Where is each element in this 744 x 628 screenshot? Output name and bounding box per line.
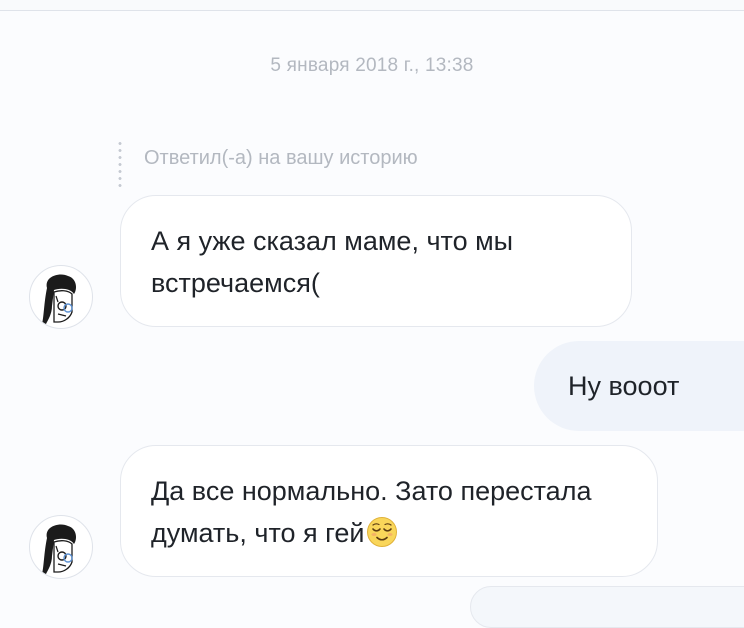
outgoing-message-bubble[interactable]: Ну вооот [534,341,744,431]
message-timestamp: 5 января 2018 г., 13:38 [270,55,474,76]
top-bar-edge [0,0,744,11]
message-text: Ну вооот [568,371,680,401]
reply-dotted-line [118,140,122,188]
relieved-face-emoji-icon [366,516,398,560]
next-message-bubble-partial[interactable] [470,586,744,628]
sender-avatar[interactable] [29,515,93,579]
profile-avatar-icon [42,274,76,324]
profile-avatar-icon [42,524,76,574]
message-text: А я уже сказал маме, что мы встречаемся( [151,226,514,298]
story-reply-label: Ответил(-а) на вашу историю [144,147,418,169]
story-reply-context[interactable]: Ответил(-а) на вашу историю [118,140,418,190]
incoming-message-bubble[interactable]: А я уже сказал маме, что мы встречаемся( [120,195,632,327]
sender-avatar[interactable] [29,265,93,329]
incoming-message-bubble[interactable]: Да все нормально. Зато перестала думать,… [120,445,658,577]
